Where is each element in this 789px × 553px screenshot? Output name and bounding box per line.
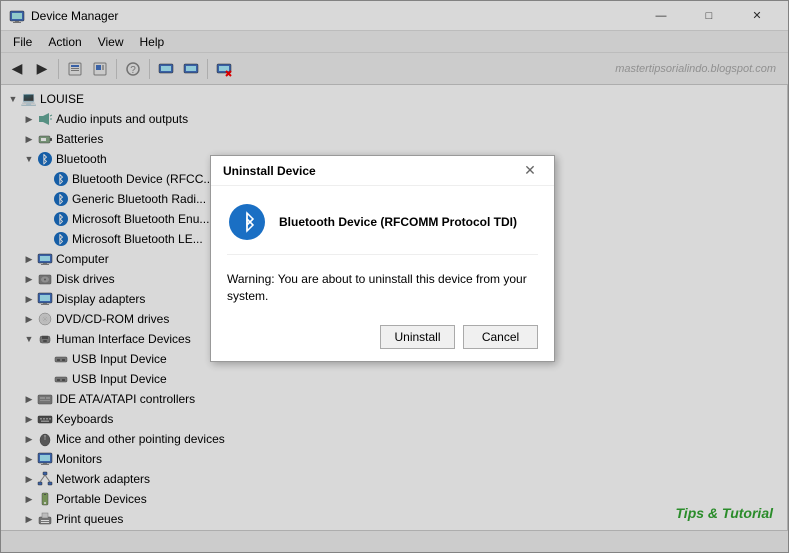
dialog-close-button[interactable]: ✕	[518, 159, 542, 183]
dialog-warning: Warning: You are about to uninstall this…	[227, 271, 538, 305]
dialog-overlay: Uninstall Device ✕ Blu	[0, 0, 789, 553]
cancel-button[interactable]: Cancel	[463, 325, 538, 349]
bluetooth-icon	[229, 204, 265, 240]
tips-watermark: Tips & Tutorial	[676, 505, 774, 521]
uninstall-button[interactable]: Uninstall	[380, 325, 455, 349]
dialog-device-name: Bluetooth Device (RFCOMM Protocol TDI)	[279, 215, 517, 229]
dialog-device-icon	[227, 202, 267, 242]
dialog-body: Bluetooth Device (RFCOMM Protocol TDI) W…	[211, 186, 554, 361]
dialog-device-row: Bluetooth Device (RFCOMM Protocol TDI)	[227, 202, 538, 255]
dialog-title-bar: Uninstall Device ✕	[211, 156, 554, 186]
dialog-buttons: Uninstall Cancel	[227, 325, 538, 349]
dialog-title: Uninstall Device	[223, 164, 518, 178]
uninstall-dialog: Uninstall Device ✕ Blu	[210, 155, 555, 362]
